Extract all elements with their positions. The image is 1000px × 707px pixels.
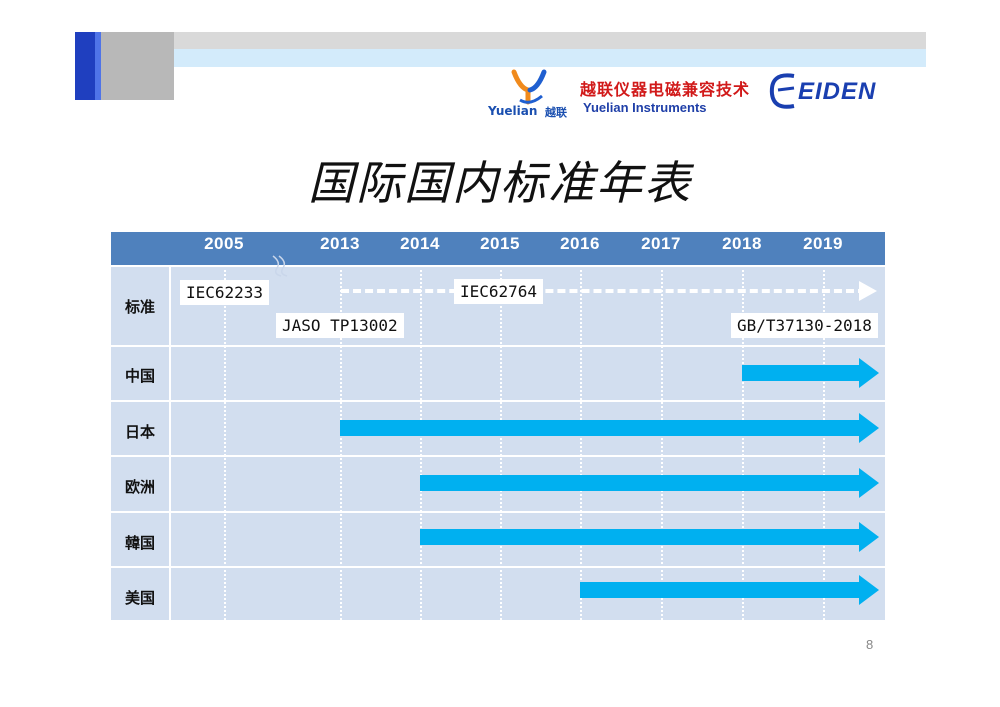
year-label: 2013 [320, 234, 360, 253]
arrow-europe [420, 475, 860, 491]
header-stripe-gray [174, 32, 926, 49]
row-label-china: 中国 [124, 367, 155, 385]
page-title: 国际国内标准年表 [308, 156, 692, 210]
logo-text-en: Yuelian [488, 104, 538, 118]
standard-box-jaso: JASO TP13002 [276, 313, 404, 338]
gridline-2017 [661, 265, 663, 620]
row-label-usa: 美国 [124, 589, 155, 607]
label-column-divider [169, 265, 171, 620]
arrow-head-korea [859, 522, 879, 552]
header-stripe-blue [174, 49, 926, 67]
gridline-2015 [500, 265, 502, 620]
arrow-head-china [859, 358, 879, 388]
gridline-2016 [580, 265, 582, 620]
year-label: 2019 [803, 234, 843, 253]
row-label-korea: 韓国 [124, 534, 155, 552]
arrow-china [742, 365, 860, 381]
year-label: 2014 [400, 234, 440, 253]
year-label: 2017 [641, 234, 681, 253]
standard-box-iec62233: IEC62233 [180, 280, 270, 305]
standards-dashed-line [341, 289, 866, 293]
company-name-en: Yuelian Instruments [583, 100, 707, 115]
page-number: 8 [866, 637, 874, 652]
row-label-europe: 欧洲 [124, 478, 155, 496]
arrow-head-japan [859, 413, 879, 443]
year-label: 2015 [480, 234, 520, 253]
row-label-standards: 标准 [124, 298, 155, 316]
arrow-head-usa [859, 575, 879, 605]
gridline-2014 [420, 265, 422, 620]
arrow-head-europe [859, 468, 879, 498]
standards-dashed-arrowhead [859, 281, 877, 301]
yuelian-logo-icon [511, 69, 547, 105]
arrow-japan [340, 420, 860, 436]
header-accent-bar [75, 32, 95, 100]
timeline-table: 2005 2013 2014 2015 2016 2017 2018 2019 … [111, 232, 885, 620]
standard-box-gbt37130: GB/T37130-2018 [731, 313, 878, 338]
company-name-cn: 越联仪器电磁兼容技术 [580, 80, 751, 99]
gridline-2005 [224, 265, 226, 620]
axis-break-icon [272, 255, 288, 277]
year-label: 2018 [722, 234, 762, 253]
year-label: 2005 [204, 234, 244, 253]
row-label-japan: 日本 [124, 423, 155, 441]
standard-box-iec62764: IEC62764 [454, 279, 544, 304]
header-gray-block [101, 32, 174, 100]
year-label: 2016 [560, 234, 600, 253]
arrow-korea [420, 529, 860, 545]
arrow-usa [580, 582, 860, 598]
logo-text-cn: 越联 [545, 106, 567, 119]
brand-logo-text: EIDEN [798, 78, 877, 105]
